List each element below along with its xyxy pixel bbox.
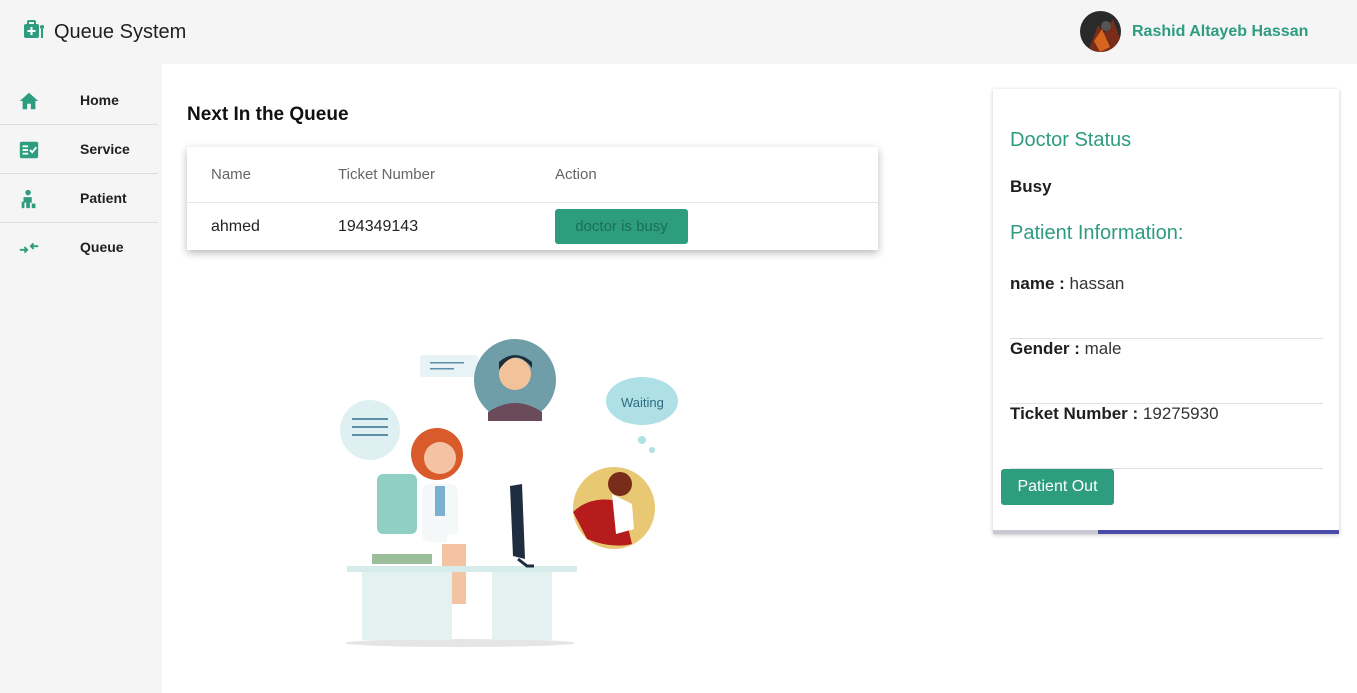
sidebar-item-service[interactable]: Service [0, 125, 158, 174]
sidebar-item-patient[interactable]: Patient [0, 174, 158, 223]
sidebar-item-label: Patient [80, 190, 127, 206]
card-progress-bar [1098, 530, 1339, 534]
sidebar-item-label: Home [80, 92, 119, 108]
medical-bag-icon [22, 18, 46, 47]
patient-gender-row: Gender : male [1010, 339, 1323, 404]
queue-table: Name Ticket Number Action ahmed 19434914… [187, 147, 878, 250]
sidebar: Home Service Patient Queue [0, 64, 162, 693]
avatar[interactable] [1080, 11, 1121, 52]
user-name: Rashid Altayeb Hassan [1132, 22, 1309, 40]
app-title: Queue System [54, 21, 187, 43]
brand[interactable]: Queue System [22, 18, 186, 47]
top-bar: Queue System Rashid Altayeb Hassan [0, 0, 1357, 64]
patient-gender-label: Gender : male [1010, 339, 1122, 359]
patient-out-button[interactable]: Patient Out [1001, 469, 1114, 505]
home-icon [18, 90, 40, 112]
patient-name-row: name : hassan [1010, 274, 1323, 339]
field-value: 19275930 [1142, 404, 1219, 423]
patient-name-cell: ahmed [211, 218, 260, 235]
table-header: Name Ticket Number Action [187, 147, 878, 203]
field-value: hassan [1069, 274, 1125, 293]
main-content: Next In the Queue Name Ticket Number Act… [162, 64, 1357, 693]
field-label: Ticket Number : [1010, 404, 1139, 423]
user-menu[interactable]: Rashid Altayeb Hassan [1080, 11, 1308, 52]
patient-ticket-row: Ticket Number : 19275930 [1010, 404, 1323, 469]
queue-icon [18, 237, 40, 259]
call-center-illustration: Waiting [340, 339, 678, 647]
page-title: Next In the Queue [187, 104, 349, 125]
field-value: male [1084, 339, 1122, 358]
column-header-name: Name [211, 166, 252, 183]
column-header-ticket: Ticket Number [338, 166, 435, 183]
sidebar-item-home[interactable]: Home [0, 76, 158, 125]
patient-info-title: Patient Information: [1010, 222, 1184, 244]
sidebar-item-label: Queue [80, 239, 124, 255]
sidebar-item-label: Service [80, 141, 130, 157]
waiting-bubble-text: Waiting [621, 395, 664, 410]
patient-ticket-label: Ticket Number : 19275930 [1010, 404, 1219, 424]
doctor-status-title: Doctor Status [1010, 129, 1132, 151]
field-label: name : [1010, 274, 1065, 293]
column-header-action: Action [555, 166, 597, 183]
patient-icon [18, 188, 40, 210]
doctor-status-value: Busy [1010, 177, 1052, 196]
doctor-busy-button[interactable]: doctor is busy [555, 209, 688, 244]
ticket-number-cell: 194349143 [338, 218, 419, 235]
sidebar-item-queue[interactable]: Queue [0, 223, 158, 272]
service-icon [18, 139, 40, 161]
patient-name-label: name : hassan [1010, 274, 1124, 294]
doctor-status-card: Doctor Status Busy Patient Information: … [993, 89, 1339, 534]
field-label: Gender : [1010, 339, 1080, 358]
card-bottom-border [993, 530, 1098, 534]
